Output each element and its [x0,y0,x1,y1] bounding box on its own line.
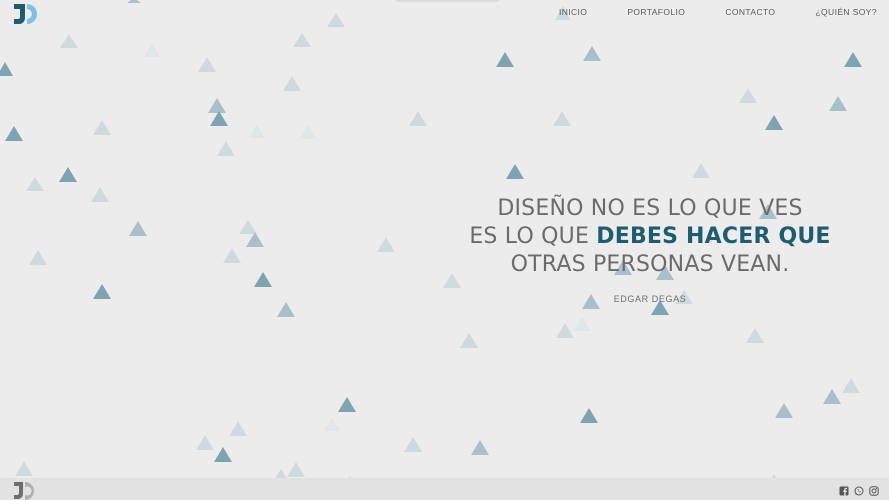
quote-line-3: OTRAS PERSONAS VEAN. [510,252,790,277]
main-menu: INICIO PORTAFOLIO CONTACTO ¿QUIÉN SOY? [559,7,877,17]
nav-item-portafolio[interactable]: PORTAFOLIO [627,7,685,17]
facebook-icon[interactable] [839,483,849,496]
footer-logo[interactable] [13,481,39,500]
navbar: INICIO PORTAFOLIO CONTACTO ¿QUIÉN SOY? [0,0,889,26]
quote-line-2: ES LO QUE DEBES HACER QUE [455,223,845,251]
social-links [839,483,879,496]
hero-quote: DISEÑO NO ES LO QUE VES ES LO QUE DEBES … [455,195,845,304]
instagram-icon[interactable] [869,483,879,496]
footer-bar [0,478,889,500]
quote-author: EDGAR DEGAS [613,294,687,304]
quote-line-2-start: ES LO QUE [469,224,597,249]
nav-item-inicio[interactable]: INICIO [559,7,587,17]
whatsapp-icon[interactable] [854,483,864,496]
nav-item-quien-soy[interactable]: ¿QUIÉN SOY? [815,7,877,17]
logo-mark-icon [14,4,37,24]
site-logo[interactable] [13,3,43,25]
footer-logo-mark-icon [14,482,34,500]
quote-accent-text: DEBES HACER QUE [596,224,831,249]
quote-line-1: DISEÑO NO ES LO QUE VES [497,196,803,221]
page: INICIO PORTAFOLIO CONTACTO ¿QUIÉN SOY? D… [0,0,889,500]
nav-item-contacto[interactable]: CONTACTO [725,7,775,17]
